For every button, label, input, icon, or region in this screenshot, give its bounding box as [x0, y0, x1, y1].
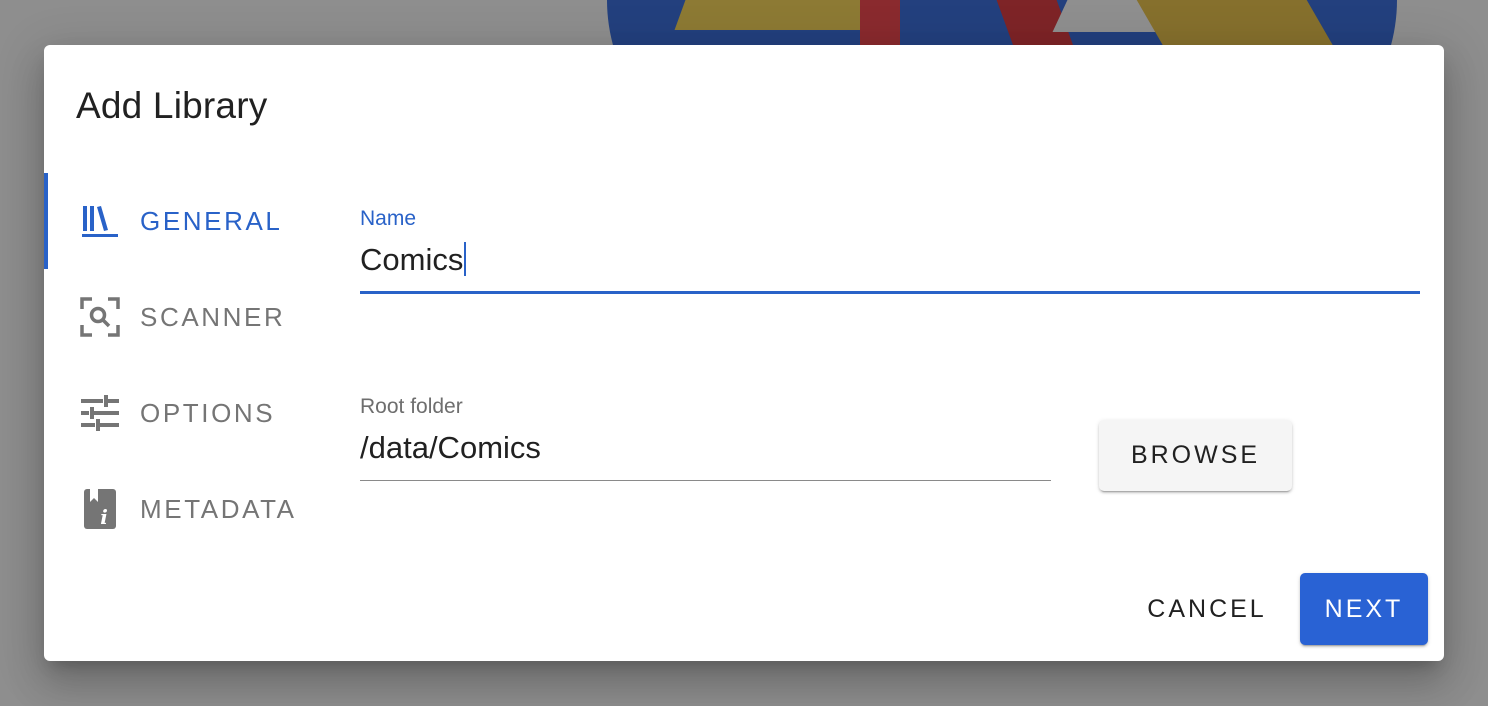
bookshelf-icon — [80, 201, 120, 241]
tab-scanner-label: SCANNER — [140, 301, 286, 332]
book-info-icon: i — [80, 489, 120, 529]
name-input-value: Comics — [360, 242, 464, 277]
text-caret — [464, 242, 467, 276]
name-input[interactable]: Comics — [360, 242, 467, 278]
dialog-title: Add Library — [76, 85, 268, 126]
next-button[interactable]: NEXT — [1300, 573, 1428, 645]
name-field[interactable]: Name Comics — [360, 207, 1420, 297]
vertical-tabs: GENERAL SCANNER OPTIONS i METADATA — [44, 173, 344, 557]
tab-options-label: OPTIONS — [140, 397, 276, 428]
tune-sliders-icon — [80, 393, 120, 433]
root-folder-underline — [360, 480, 1051, 481]
tab-metadata[interactable]: i METADATA — [44, 461, 344, 557]
cancel-button[interactable]: CANCEL — [1129, 573, 1285, 645]
root-folder-label: Root folder — [360, 395, 463, 418]
scan-search-icon — [80, 297, 120, 337]
root-folder-input[interactable]: /data/Comics — [360, 430, 541, 466]
svg-text:i: i — [100, 505, 108, 529]
name-field-label: Name — [360, 207, 417, 230]
browse-button[interactable]: BROWSE — [1099, 420, 1292, 491]
tab-options[interactable]: OPTIONS — [44, 365, 344, 461]
tab-metadata-label: METADATA — [140, 493, 297, 524]
logo-shard — [860, 0, 900, 46]
tab-general[interactable]: GENERAL — [44, 173, 344, 269]
tab-scanner[interactable]: SCANNER — [44, 269, 344, 365]
logo-shard — [1136, 0, 1334, 46]
add-library-dialog: Add Library GENERAL SCANNER OPTIONS i ME… — [44, 45, 1444, 661]
root-folder-field[interactable]: Root folder /data/Comics — [360, 395, 1051, 485]
tab-general-label: GENERAL — [140, 205, 283, 236]
name-field-underline — [360, 291, 1420, 294]
